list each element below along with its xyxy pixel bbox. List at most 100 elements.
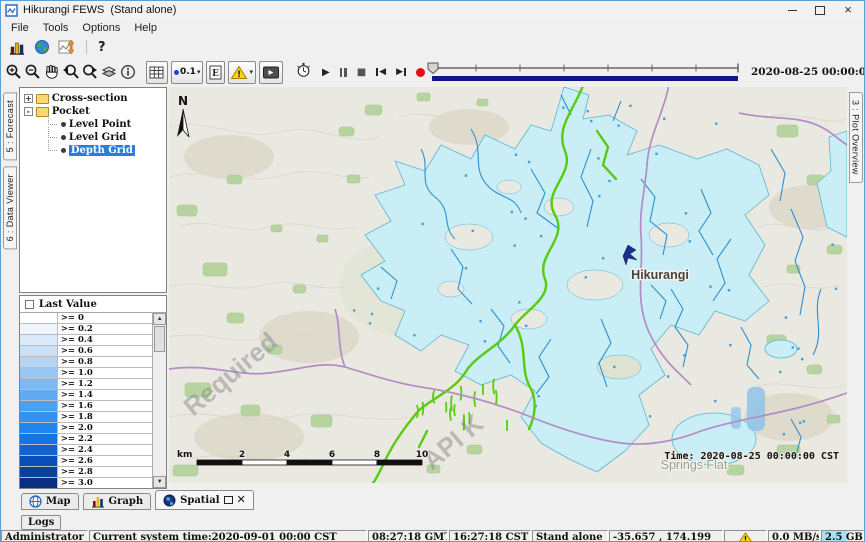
legend-toggle-button[interactable]: E [206, 61, 225, 84]
legend-row[interactable]: >= 2.6 [20, 456, 152, 467]
legend-row[interactable]: >= 2.0 [20, 423, 152, 434]
tree-node-label-selected[interactable]: Depth Grid [69, 145, 135, 156]
legend-row[interactable]: >= 0.8 [20, 357, 152, 368]
tree-node-pocket[interactable]: Pocket [24, 105, 166, 118]
legend-row[interactable]: >= 0.4 [20, 335, 152, 346]
legend-color-swatch [20, 401, 58, 411]
legend-color-swatch [20, 478, 58, 488]
legend-color-swatch [20, 456, 58, 466]
tree-node-label[interactable]: Cross-section [52, 93, 128, 104]
legend-row[interactable]: >= 1.4 [20, 390, 152, 401]
tree-node-depth-grid-selected[interactable]: Depth Grid [24, 144, 166, 157]
spatial-display-icon[interactable] [58, 39, 75, 55]
folder-icon [36, 94, 49, 104]
map-toolbar: 0.1 ▾ E ! ▾ ▶ ■ ◀ ▶ [1, 57, 864, 87]
chevron-down-icon: ▾ [249, 68, 253, 76]
expander-collapsed-icon[interactable] [24, 94, 33, 103]
tree-node-level-point[interactable]: Level Point [24, 118, 166, 131]
pause-button[interactable] [340, 68, 347, 77]
svg-text:!: ! [237, 70, 241, 80]
legend-value: >= 3.0 [58, 478, 152, 488]
zoom-in-button[interactable] [5, 61, 23, 83]
animation-movie-button[interactable] [259, 61, 283, 84]
status-warning-cell[interactable]: ! [724, 530, 767, 542]
tab-maximize-icon[interactable] [224, 496, 233, 504]
map-canvas[interactable]: Required API K Hikurangi Springs Flat N … [169, 87, 847, 483]
left-tab-strip: 5 : Forecast 6 : Data Viewer [1, 87, 19, 489]
legend-value: >= 2.4 [58, 445, 152, 455]
layers-button[interactable] [100, 61, 118, 83]
tree-node-label[interactable]: Level Point [69, 119, 131, 130]
svg-text:E: E [213, 69, 220, 79]
legend-row[interactable]: >= 0 [20, 313, 152, 324]
expander-expanded-icon[interactable] [24, 107, 33, 116]
tree-node-cross-section[interactable]: Cross-section [24, 92, 166, 105]
legend-value: >= 1.4 [58, 390, 152, 400]
legend-row[interactable]: >= 3.0 [20, 478, 152, 488]
grid-display-button[interactable] [146, 61, 168, 84]
tab-map[interactable]: Map [21, 493, 79, 510]
globe-icon [163, 494, 176, 507]
tree-node-label[interactable]: Pocket [52, 106, 90, 117]
menu-options[interactable]: Options [75, 21, 127, 35]
tree-guide [48, 114, 57, 125]
tree-node-label[interactable]: Level Grid [69, 132, 126, 143]
town-label: Hikurangi [631, 268, 689, 282]
help-button[interactable]: ? [98, 40, 106, 55]
status-mode: Stand alone [532, 530, 608, 542]
legend-row[interactable]: >= 1.8 [20, 412, 152, 423]
scroll-down-button[interactable]: ▼ [153, 476, 166, 488]
tab-forecast[interactable]: 5 : Forecast [3, 92, 17, 160]
menu-file[interactable]: File [4, 21, 36, 35]
legend-color-swatch [20, 467, 58, 477]
menu-tools[interactable]: Tools [36, 21, 76, 35]
legend-row[interactable]: >= 2.2 [20, 434, 152, 445]
legend-scrollbar[interactable]: ▲ ▼ [152, 313, 166, 488]
scroll-up-button[interactable]: ▲ [153, 313, 166, 325]
toolbar-separator [86, 40, 87, 54]
minimize-button[interactable] [786, 4, 798, 16]
legend-value: >= 1.8 [58, 412, 152, 422]
stop-button[interactable]: ■ [357, 67, 366, 78]
zoom-previous-button[interactable] [62, 61, 80, 83]
legend-row[interactable]: >= 0.2 [20, 324, 152, 335]
timer-settings-button[interactable] [295, 61, 312, 83]
north-arrow: N [177, 94, 189, 137]
record-button[interactable] [416, 68, 425, 77]
menu-help[interactable]: Help [127, 21, 164, 35]
time-slider[interactable] [426, 60, 744, 84]
zoom-out-button[interactable] [24, 61, 42, 83]
thresholds-warning-dropdown[interactable]: ! ▾ [228, 61, 256, 84]
tab-spatial-active[interactable]: Spatial ✕ [155, 490, 254, 510]
database-viewer-icon[interactable] [8, 39, 26, 56]
status-bar: Administrator Current system time:2020-0… [1, 530, 864, 542]
scroll-thumb[interactable] [154, 326, 165, 352]
legend-row[interactable]: >= 1.2 [20, 379, 152, 390]
legend-row[interactable]: >= 1.6 [20, 401, 152, 412]
pan-hand-button[interactable] [43, 61, 61, 83]
info-button[interactable] [119, 61, 137, 83]
legend-row[interactable]: >= 0.6 [20, 346, 152, 357]
maximize-button[interactable] [814, 4, 826, 16]
zoom-next-button[interactable] [81, 61, 99, 83]
bottom-tab-bar: Map Graph Spatial ✕ [1, 489, 864, 510]
tab-graph[interactable]: Graph [83, 493, 152, 510]
legend-row[interactable]: >= 2.8 [20, 467, 152, 478]
close-button[interactable]: × [842, 4, 854, 16]
logs-tab[interactable]: Logs [21, 515, 61, 530]
legend-row[interactable]: >= 2.4 [20, 445, 152, 456]
contour-scale-dropdown[interactable]: 0.1 ▾ [171, 61, 203, 84]
play-button[interactable]: ▶ [322, 67, 330, 78]
tab-plot-overview[interactable]: 3 : Plot Overview [849, 92, 863, 183]
time-slider-thumb[interactable] [428, 63, 438, 74]
tab-data-viewer[interactable]: 6 : Data Viewer [3, 166, 17, 249]
last-value-checkbox[interactable] [25, 300, 34, 309]
tree-node-level-grid[interactable]: Level Grid [24, 131, 166, 144]
legend-row[interactable]: >= 1.0 [20, 368, 152, 379]
tree-guide [48, 127, 57, 138]
go-to-end-button[interactable]: ▶ [396, 67, 406, 77]
legend-value: >= 1.6 [58, 401, 152, 411]
globe-icon[interactable] [34, 39, 50, 55]
go-to-start-button[interactable]: ◀ [376, 67, 386, 77]
tab-close-icon[interactable]: ✕ [237, 495, 246, 505]
